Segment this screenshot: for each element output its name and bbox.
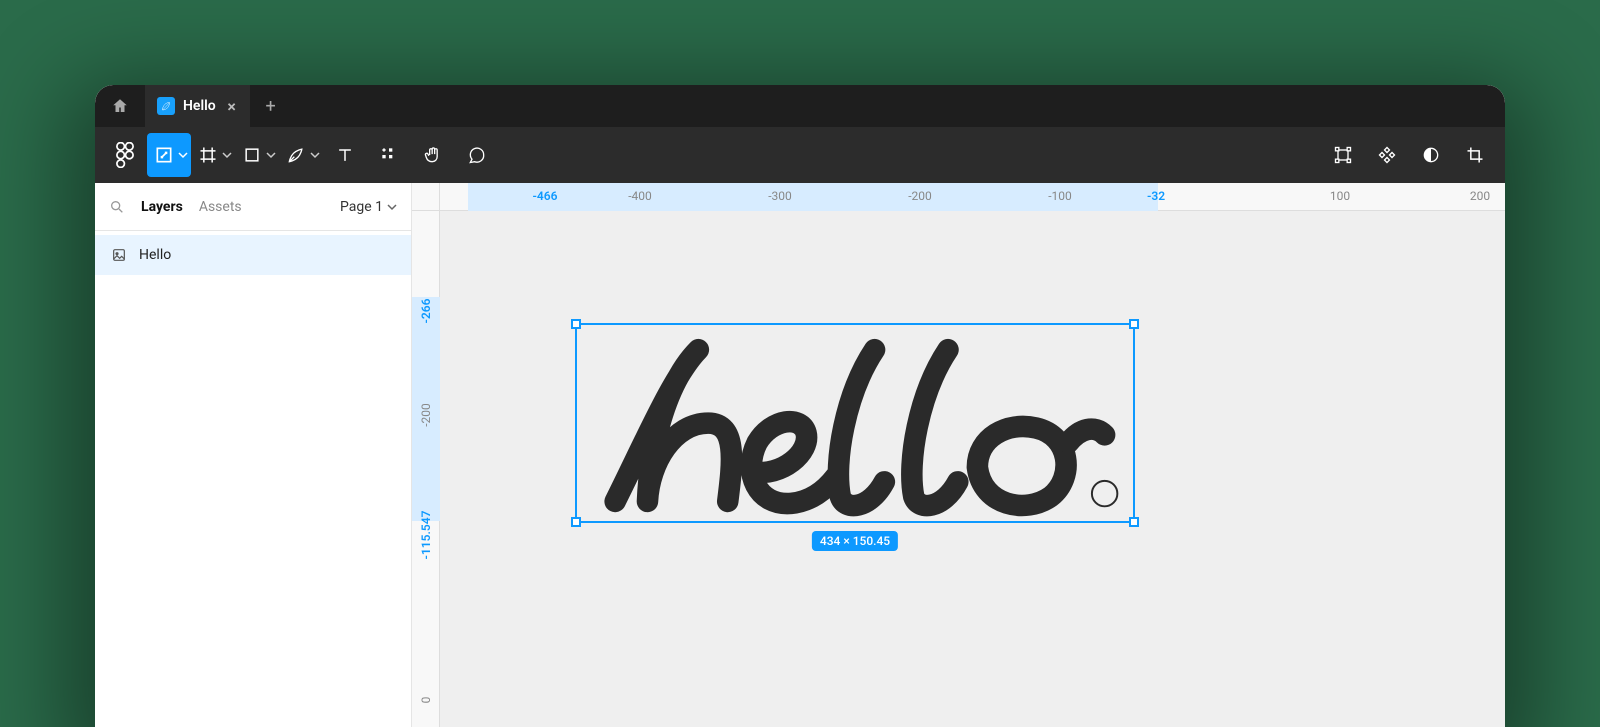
new-tab-button[interactable]: + bbox=[250, 85, 292, 127]
figma-menu-button[interactable] bbox=[103, 133, 147, 177]
component-icon bbox=[1377, 145, 1397, 165]
layer-list: Hello bbox=[95, 231, 411, 279]
leaf-icon bbox=[157, 97, 175, 115]
canvas-area[interactable]: -466-400-300-200-100-32100200 -266-200-1… bbox=[412, 183, 1505, 727]
app-window: Hello × + bbox=[95, 85, 1505, 727]
chevron-down-icon bbox=[310, 150, 320, 160]
canvas[interactable]: 434 × 150.45 bbox=[440, 211, 1505, 727]
hello-artwork bbox=[577, 335, 1133, 521]
chevron-down-icon bbox=[178, 150, 188, 160]
chevron-down-icon bbox=[222, 150, 232, 160]
frame-tool-button[interactable] bbox=[191, 133, 235, 177]
panel-tabs: Layers Assets Page 1 bbox=[95, 183, 411, 231]
tab-active[interactable]: Hello × bbox=[145, 85, 250, 127]
chevron-down-icon bbox=[266, 150, 276, 160]
crop-button[interactable] bbox=[1453, 133, 1497, 177]
scale-icon bbox=[154, 145, 174, 165]
chevron-down-icon bbox=[387, 202, 397, 212]
page-selector[interactable]: Page 1 bbox=[340, 199, 397, 215]
shape-tool-button[interactable] bbox=[235, 133, 279, 177]
component-button[interactable] bbox=[1365, 133, 1409, 177]
layer-name: Hello bbox=[139, 247, 171, 263]
ruler-vertical[interactable]: -266-200-115.5470 bbox=[412, 211, 440, 727]
tabbar: Hello × + bbox=[95, 85, 1505, 127]
figma-icon bbox=[116, 142, 134, 168]
ruler-horizontal[interactable]: -466-400-300-200-100-32100200 bbox=[440, 183, 1505, 211]
content: Layers Assets Page 1 Hello -466-400- bbox=[95, 183, 1505, 727]
page-selector-label: Page 1 bbox=[340, 199, 383, 215]
tab-title: Hello bbox=[183, 98, 216, 114]
pen-tool-button[interactable] bbox=[279, 133, 323, 177]
mask-icon bbox=[1421, 145, 1441, 165]
resources-icon bbox=[379, 145, 399, 165]
dimensions-badge: 434 × 150.45 bbox=[812, 531, 898, 551]
mask-button[interactable] bbox=[1409, 133, 1453, 177]
selection-bounds[interactable]: 434 × 150.45 bbox=[575, 323, 1135, 523]
resources-button[interactable] bbox=[367, 133, 411, 177]
edit-object-button[interactable] bbox=[1321, 133, 1365, 177]
resize-handle-tl[interactable] bbox=[571, 319, 581, 329]
home-button[interactable] bbox=[95, 85, 145, 127]
ruler-corner bbox=[412, 183, 440, 211]
tab-close-icon[interactable]: × bbox=[224, 97, 240, 116]
resize-handle-tr[interactable] bbox=[1129, 319, 1139, 329]
resize-handle-bl[interactable] bbox=[571, 517, 581, 527]
search-icon[interactable] bbox=[109, 199, 125, 215]
move-tool-button[interactable] bbox=[147, 133, 191, 177]
pen-icon bbox=[286, 145, 306, 165]
comment-icon bbox=[467, 145, 487, 165]
left-sidebar: Layers Assets Page 1 Hello bbox=[95, 183, 412, 727]
crop-icon bbox=[1465, 145, 1485, 165]
image-icon bbox=[111, 247, 127, 263]
tab-assets[interactable]: Assets bbox=[199, 199, 242, 215]
hand-icon bbox=[423, 145, 443, 165]
edit-object-icon bbox=[1333, 145, 1353, 165]
layer-row[interactable]: Hello bbox=[95, 235, 411, 275]
rectangle-icon bbox=[242, 145, 262, 165]
frame-icon bbox=[198, 145, 218, 165]
hand-tool-button[interactable] bbox=[411, 133, 455, 177]
toolbar bbox=[95, 127, 1505, 183]
text-icon bbox=[335, 145, 355, 165]
text-tool-button[interactable] bbox=[323, 133, 367, 177]
resize-handle-br[interactable] bbox=[1129, 517, 1139, 527]
tab-layers[interactable]: Layers bbox=[141, 199, 183, 215]
comment-tool-button[interactable] bbox=[455, 133, 499, 177]
home-icon bbox=[111, 97, 129, 115]
